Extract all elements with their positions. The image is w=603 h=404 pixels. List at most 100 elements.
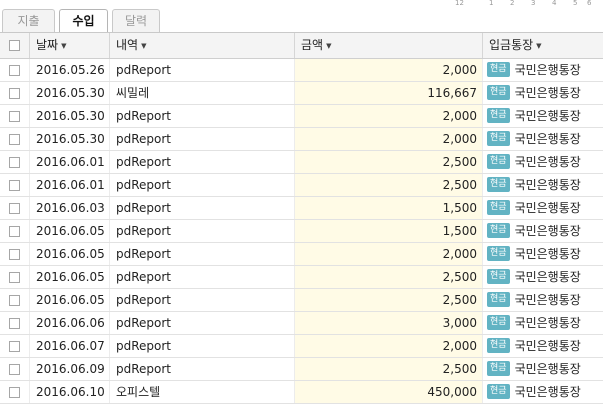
payment-type-badge: 현금 [487,154,510,169]
item-cell: pdReport [110,105,295,127]
row-select-cell [0,82,30,104]
amount-cell: 2,000 [295,59,483,81]
ruler-tick: 1 [489,0,494,7]
row-select-cell [0,243,30,265]
account-cell: 현금 국민은행통장 [483,151,603,173]
column-header-account-label: 입금통장 [489,38,534,52]
payment-type-badge: 현금 [487,200,510,215]
tab-calendar[interactable]: 달력 [112,9,160,33]
row-checkbox[interactable] [9,249,20,260]
date-cell: 2016.06.10 [30,381,110,403]
payment-type-badge: 현금 [487,384,510,399]
row-checkbox[interactable] [9,295,20,306]
table-row[interactable]: 2016.05.30 pdReport 2,000 현금 국민은행통장 [0,105,603,128]
account-name: 국민은행통장 [514,270,581,284]
account-cell: 현금 국민은행통장 [483,312,603,334]
table-row[interactable]: 2016.06.07 pdReport 2,000 현금 국민은행통장 [0,335,603,358]
date-cell: 2016.05.30 [30,105,110,127]
date-cell: 2016.06.07 [30,335,110,357]
date-cell: 2016.06.06 [30,312,110,334]
row-checkbox[interactable] [9,88,20,99]
date-cell: 2016.05.30 [30,82,110,104]
column-header-account[interactable]: 입금통장 ▼ [483,33,603,58]
row-select-cell [0,289,30,311]
ruler-tick: 6 [587,0,592,7]
table-row[interactable]: 2016.06.05 pdReport 2,500 현금 국민은행통장 [0,289,603,312]
column-header-item-label: 내역 [116,38,139,52]
item-cell: pdReport [110,197,295,219]
payment-type-badge: 현금 [487,223,510,238]
account-cell: 현금 국민은행통장 [483,59,603,81]
tab-income[interactable]: 수입 [59,9,108,34]
date-cell: 2016.06.01 [30,151,110,173]
amount-cell: 2,500 [295,151,483,173]
ruler-tick: 4 [552,0,557,7]
column-header-date[interactable]: 날짜 ▼ [30,33,110,58]
item-cell: pdReport [110,151,295,173]
row-select-cell [0,266,30,288]
select-all-cell [0,33,30,58]
payment-type-badge: 현금 [487,62,510,77]
account-name: 국민은행통장 [514,155,581,169]
row-checkbox[interactable] [9,318,20,329]
row-select-cell [0,174,30,196]
row-select-cell [0,105,30,127]
payment-type-badge: 현금 [487,177,510,192]
date-cell: 2016.06.09 [30,358,110,380]
table-row[interactable]: 2016.06.03 pdReport 1,500 현금 국민은행통장 [0,197,603,220]
amount-cell: 2,000 [295,243,483,265]
amount-cell: 2,000 [295,128,483,150]
table-row[interactable]: 2016.06.06 pdReport 3,000 현금 국민은행통장 [0,312,603,335]
account-cell: 현금 국민은행통장 [483,289,603,311]
row-checkbox[interactable] [9,180,20,191]
ruler-tick: 3 [531,0,536,7]
row-checkbox[interactable] [9,226,20,237]
row-checkbox[interactable] [9,111,20,122]
row-checkbox[interactable] [9,203,20,214]
table-header: 날짜 ▼ 내역 ▼ 금액 ▼ 입금통장 ▼ [0,33,603,59]
row-select-cell [0,220,30,242]
select-all-checkbox[interactable] [9,40,20,51]
table-row[interactable]: 2016.05.30 씨밀레 116,667 현금 국민은행통장 [0,82,603,105]
column-header-amount[interactable]: 금액 ▼ [295,33,483,58]
row-checkbox[interactable] [9,364,20,375]
table-row[interactable]: 2016.06.05 pdReport 1,500 현금 국민은행통장 [0,220,603,243]
row-checkbox[interactable] [9,341,20,352]
table-row[interactable]: 2016.05.30 pdReport 2,000 현금 국민은행통장 [0,128,603,151]
date-cell: 2016.06.01 [30,174,110,196]
row-select-cell [0,312,30,334]
amount-cell: 3,000 [295,312,483,334]
account-name: 국민은행통장 [514,132,581,146]
table-row[interactable]: 2016.06.01 pdReport 2,500 현금 국민은행통장 [0,174,603,197]
row-select-cell [0,59,30,81]
row-checkbox[interactable] [9,387,20,398]
account-name: 국민은행통장 [514,293,581,307]
sort-down-icon: ▼ [326,42,332,50]
row-select-cell [0,381,30,403]
row-checkbox[interactable] [9,65,20,76]
table-row[interactable]: 2016.06.09 pdReport 2,500 현금 국민은행통장 [0,358,603,381]
account-name: 국민은행통장 [514,385,581,399]
row-checkbox[interactable] [9,134,20,145]
table-row[interactable]: 2016.06.10 오피스텔 450,000 현금 국민은행통장 [0,381,603,404]
item-cell: pdReport [110,243,295,265]
date-cell: 2016.05.30 [30,128,110,150]
account-cell: 현금 국민은행통장 [483,358,603,380]
tab-expense[interactable]: 지출 [2,9,55,33]
account-name: 국민은행통장 [514,339,581,353]
row-checkbox[interactable] [9,157,20,168]
table-row[interactable]: 2016.05.26 pdReport 2,000 현금 국민은행통장 [0,59,603,82]
sort-down-icon: ▼ [61,42,67,50]
column-header-item[interactable]: 내역 ▼ [110,33,295,58]
amount-cell: 2,000 [295,335,483,357]
payment-type-badge: 현금 [487,85,510,100]
table-row[interactable]: 2016.06.05 pdReport 2,500 현금 국민은행통장 [0,266,603,289]
account-cell: 현금 국민은행통장 [483,220,603,242]
tab-bar: 지출 수입 달력 12 1 2 3 4 5 6 [0,0,603,34]
payment-type-badge: 현금 [487,338,510,353]
row-checkbox[interactable] [9,272,20,283]
table-row[interactable]: 2016.06.01 pdReport 2,500 현금 국민은행통장 [0,151,603,174]
table-row[interactable]: 2016.06.05 pdReport 2,000 현금 국민은행통장 [0,243,603,266]
amount-cell: 1,500 [295,220,483,242]
date-cell: 2016.06.05 [30,243,110,265]
